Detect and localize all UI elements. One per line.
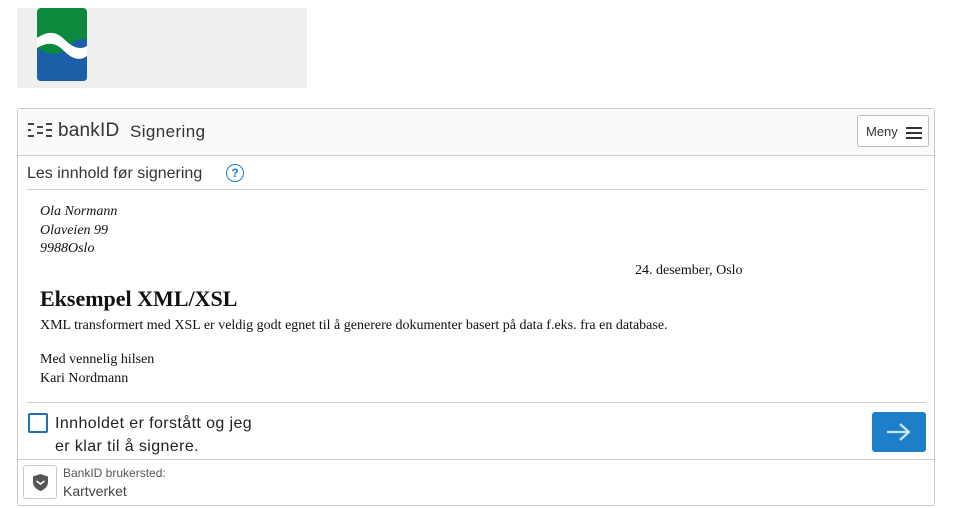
divider xyxy=(27,402,926,403)
shield-icon xyxy=(33,474,48,491)
page-title: Signering xyxy=(130,122,206,141)
address-city: 9988Oslo xyxy=(40,241,95,256)
document-date: 24. desember, Oslo xyxy=(635,263,743,278)
address-name: Ola Normann xyxy=(40,204,118,219)
document-closing: Med vennelig hilsen Kari Nordmann xyxy=(40,351,154,388)
footer: BankID brukersted: Kartverket xyxy=(18,459,934,505)
bankid-brand: bankID xyxy=(58,120,120,141)
confirm-label[interactable]: Innholdet er forstått og jeg er klar til… xyxy=(55,412,265,458)
bankid-logo-icon xyxy=(28,123,52,137)
address-street: Olaveien 99 xyxy=(40,222,109,238)
menu-button[interactable]: Meny xyxy=(857,115,929,147)
confirm-checkbox[interactable] xyxy=(28,413,48,433)
document-heading: Eksempel XML/XSL xyxy=(40,286,238,311)
help-icon[interactable]: ? xyxy=(226,164,244,182)
bankid-frame: bankID Signering Meny Les innhold før si… xyxy=(17,108,935,506)
bankid-header: bankID Signering Meny xyxy=(18,109,934,156)
document-body: XML transformert med XSL er veldig godt … xyxy=(40,318,668,333)
closing-signature: Kari Nordmann xyxy=(40,370,129,386)
hamburger-icon xyxy=(906,127,922,139)
merchant-badge xyxy=(23,465,57,499)
kartverket-logo-icon xyxy=(37,8,87,81)
closing-greeting: Med vennelig hilsen xyxy=(40,352,155,367)
divider xyxy=(27,189,926,190)
merchant-label: BankID brukersted: xyxy=(63,466,166,480)
document-content: Ola Normann Olaveien 99 9988Oslo 24. des… xyxy=(40,203,910,386)
arrow-right-icon xyxy=(887,423,911,441)
next-button[interactable] xyxy=(872,412,926,452)
logo-banner xyxy=(17,8,307,88)
menu-label: Meny xyxy=(866,124,898,139)
read-content-heading: Les innhold før signering xyxy=(27,165,203,182)
merchant-name: Kartverket xyxy=(63,483,127,499)
